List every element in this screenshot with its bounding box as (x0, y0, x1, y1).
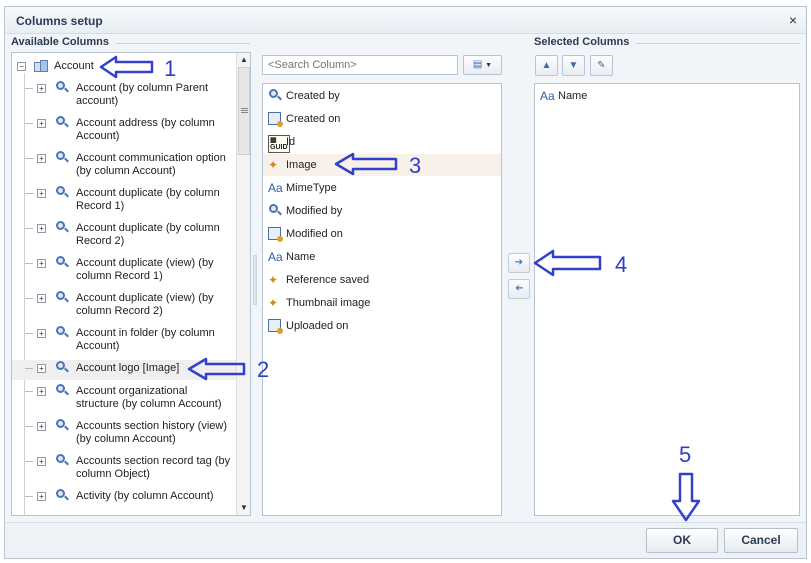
annotation-number-3: 3 (409, 153, 422, 178)
annotation-overlay (99, 55, 701, 522)
annotation-number-4: 4 (615, 252, 628, 277)
annotation-arrow-4 (533, 249, 602, 277)
annotation-arrow-2 (187, 357, 246, 381)
annotation-arrow-3 (334, 152, 398, 176)
annotation-number-5: 5 (679, 442, 692, 467)
annotation-number-1: 1 (164, 56, 177, 81)
annotation-number-2: 2 (257, 357, 270, 382)
annotation-arrow-1 (99, 55, 154, 79)
annotation-arrow-5 (671, 472, 701, 522)
